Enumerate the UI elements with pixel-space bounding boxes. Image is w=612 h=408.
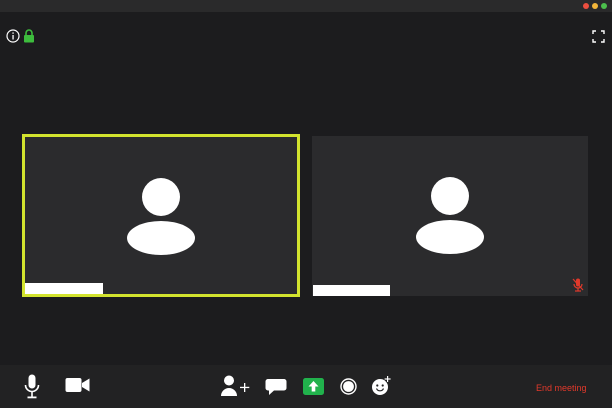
reactions-icon[interactable] bbox=[371, 376, 391, 396]
lock-icon[interactable] bbox=[23, 29, 35, 43]
participant-tile-2[interactable] bbox=[312, 136, 588, 296]
window-close-button[interactable] bbox=[583, 3, 589, 9]
participant-name-label bbox=[313, 285, 390, 296]
microphone-icon[interactable] bbox=[24, 374, 40, 400]
muted-microphone-icon bbox=[572, 278, 584, 292]
fullscreen-icon[interactable] bbox=[592, 30, 605, 43]
meeting-stage bbox=[0, 12, 612, 365]
participant-tile-1[interactable] bbox=[22, 134, 300, 297]
window-titlebar bbox=[0, 0, 612, 12]
add-participant-icon[interactable] bbox=[221, 375, 251, 397]
info-icon[interactable] bbox=[6, 29, 20, 43]
video-camera-icon[interactable] bbox=[65, 377, 90, 393]
end-meeting-button[interactable]: End meeting bbox=[536, 383, 587, 393]
participant-name-label bbox=[25, 283, 103, 294]
share-screen-icon[interactable] bbox=[303, 378, 324, 395]
window-minimize-button[interactable] bbox=[592, 3, 598, 9]
window-maximize-button[interactable] bbox=[601, 3, 607, 9]
avatar-icon bbox=[416, 177, 484, 254]
record-icon[interactable] bbox=[340, 378, 357, 395]
meeting-toolbar: End meeting bbox=[0, 365, 612, 408]
avatar-icon bbox=[127, 178, 195, 255]
chat-icon[interactable] bbox=[265, 378, 287, 396]
